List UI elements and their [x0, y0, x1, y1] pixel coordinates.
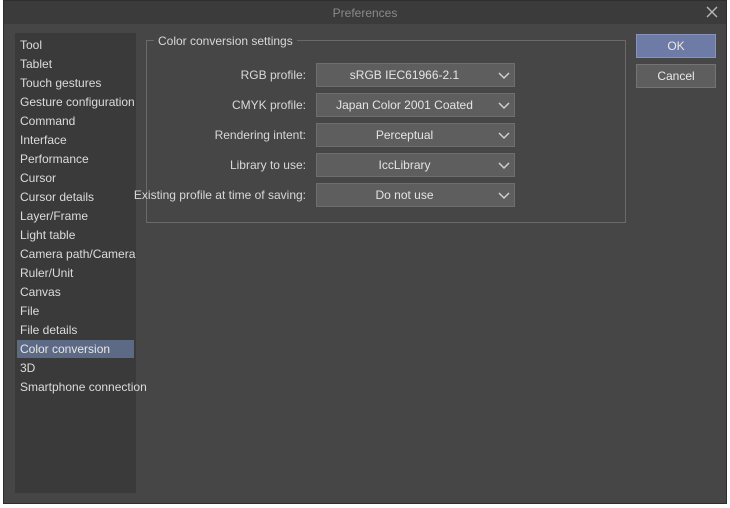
setting-dropdown[interactable]: Do not use — [316, 183, 515, 207]
sidebar-item-3d[interactable]: 3D — [17, 359, 134, 377]
sidebar-item-color-conversion[interactable]: Color conversion — [17, 340, 134, 358]
chevron-down-icon — [498, 162, 510, 170]
setting-dropdown[interactable]: Japan Color 2001 Coated — [316, 93, 515, 117]
dropdown-value: Perceptual — [375, 128, 434, 142]
ok-button[interactable]: OK — [636, 34, 716, 58]
setting-dropdown[interactable]: Perceptual — [316, 123, 515, 147]
title-bar: Preferences — [4, 1, 726, 24]
dropdown-value: sRGB IEC61966-2.1 — [349, 68, 460, 82]
dropdown-value: Do not use — [375, 188, 434, 202]
setting-label: CMYK profile: — [231, 98, 306, 112]
chevron-down-icon — [498, 132, 510, 140]
setting-dropdown[interactable]: sRGB IEC61966-2.1 — [316, 63, 515, 87]
sidebar-item-tool[interactable]: Tool — [17, 36, 134, 54]
sidebar-item-smartphone-connection[interactable]: Smartphone connection — [17, 378, 147, 396]
chevron-down-icon — [498, 192, 510, 200]
preferences-dialog: Preferences Tool Tablet Touch gestures Gest… — [3, 0, 727, 504]
window-title: Preferences — [332, 6, 398, 20]
setting-label: Library to use: — [229, 158, 306, 172]
dropdown-value: IccLibrary — [378, 158, 431, 172]
sidebar-item-canvas[interactable]: Canvas — [17, 283, 134, 301]
sidebar-item-file[interactable]: File — [17, 302, 134, 320]
sidebar-item-camera-path-camera[interactable]: Camera path/Camera — [17, 245, 135, 263]
setting-label: RGB profile: — [240, 68, 306, 82]
setting-dropdown[interactable]: IccLibrary — [316, 153, 515, 177]
group-title: Color conversion settings — [154, 34, 297, 48]
chevron-down-icon — [498, 72, 510, 80]
setting-label: Existing profile at time of saving: — [133, 188, 306, 202]
sidebar-item-ruler-unit[interactable]: Ruler/Unit — [17, 264, 134, 282]
dropdown-value: Japan Color 2001 Coated — [336, 98, 473, 112]
close-icon — [706, 6, 718, 18]
chevron-down-icon — [498, 102, 510, 110]
sidebar-item-file-details[interactable]: File details — [17, 321, 134, 339]
setting-label: Rendering intent: — [214, 128, 306, 142]
cancel-button[interactable]: Cancel — [636, 64, 716, 88]
sidebar-item-layer-frame[interactable]: Layer/Frame — [17, 207, 134, 225]
sidebar-item-light-table[interactable]: Light table — [17, 226, 134, 244]
close-button[interactable] — [702, 2, 722, 22]
